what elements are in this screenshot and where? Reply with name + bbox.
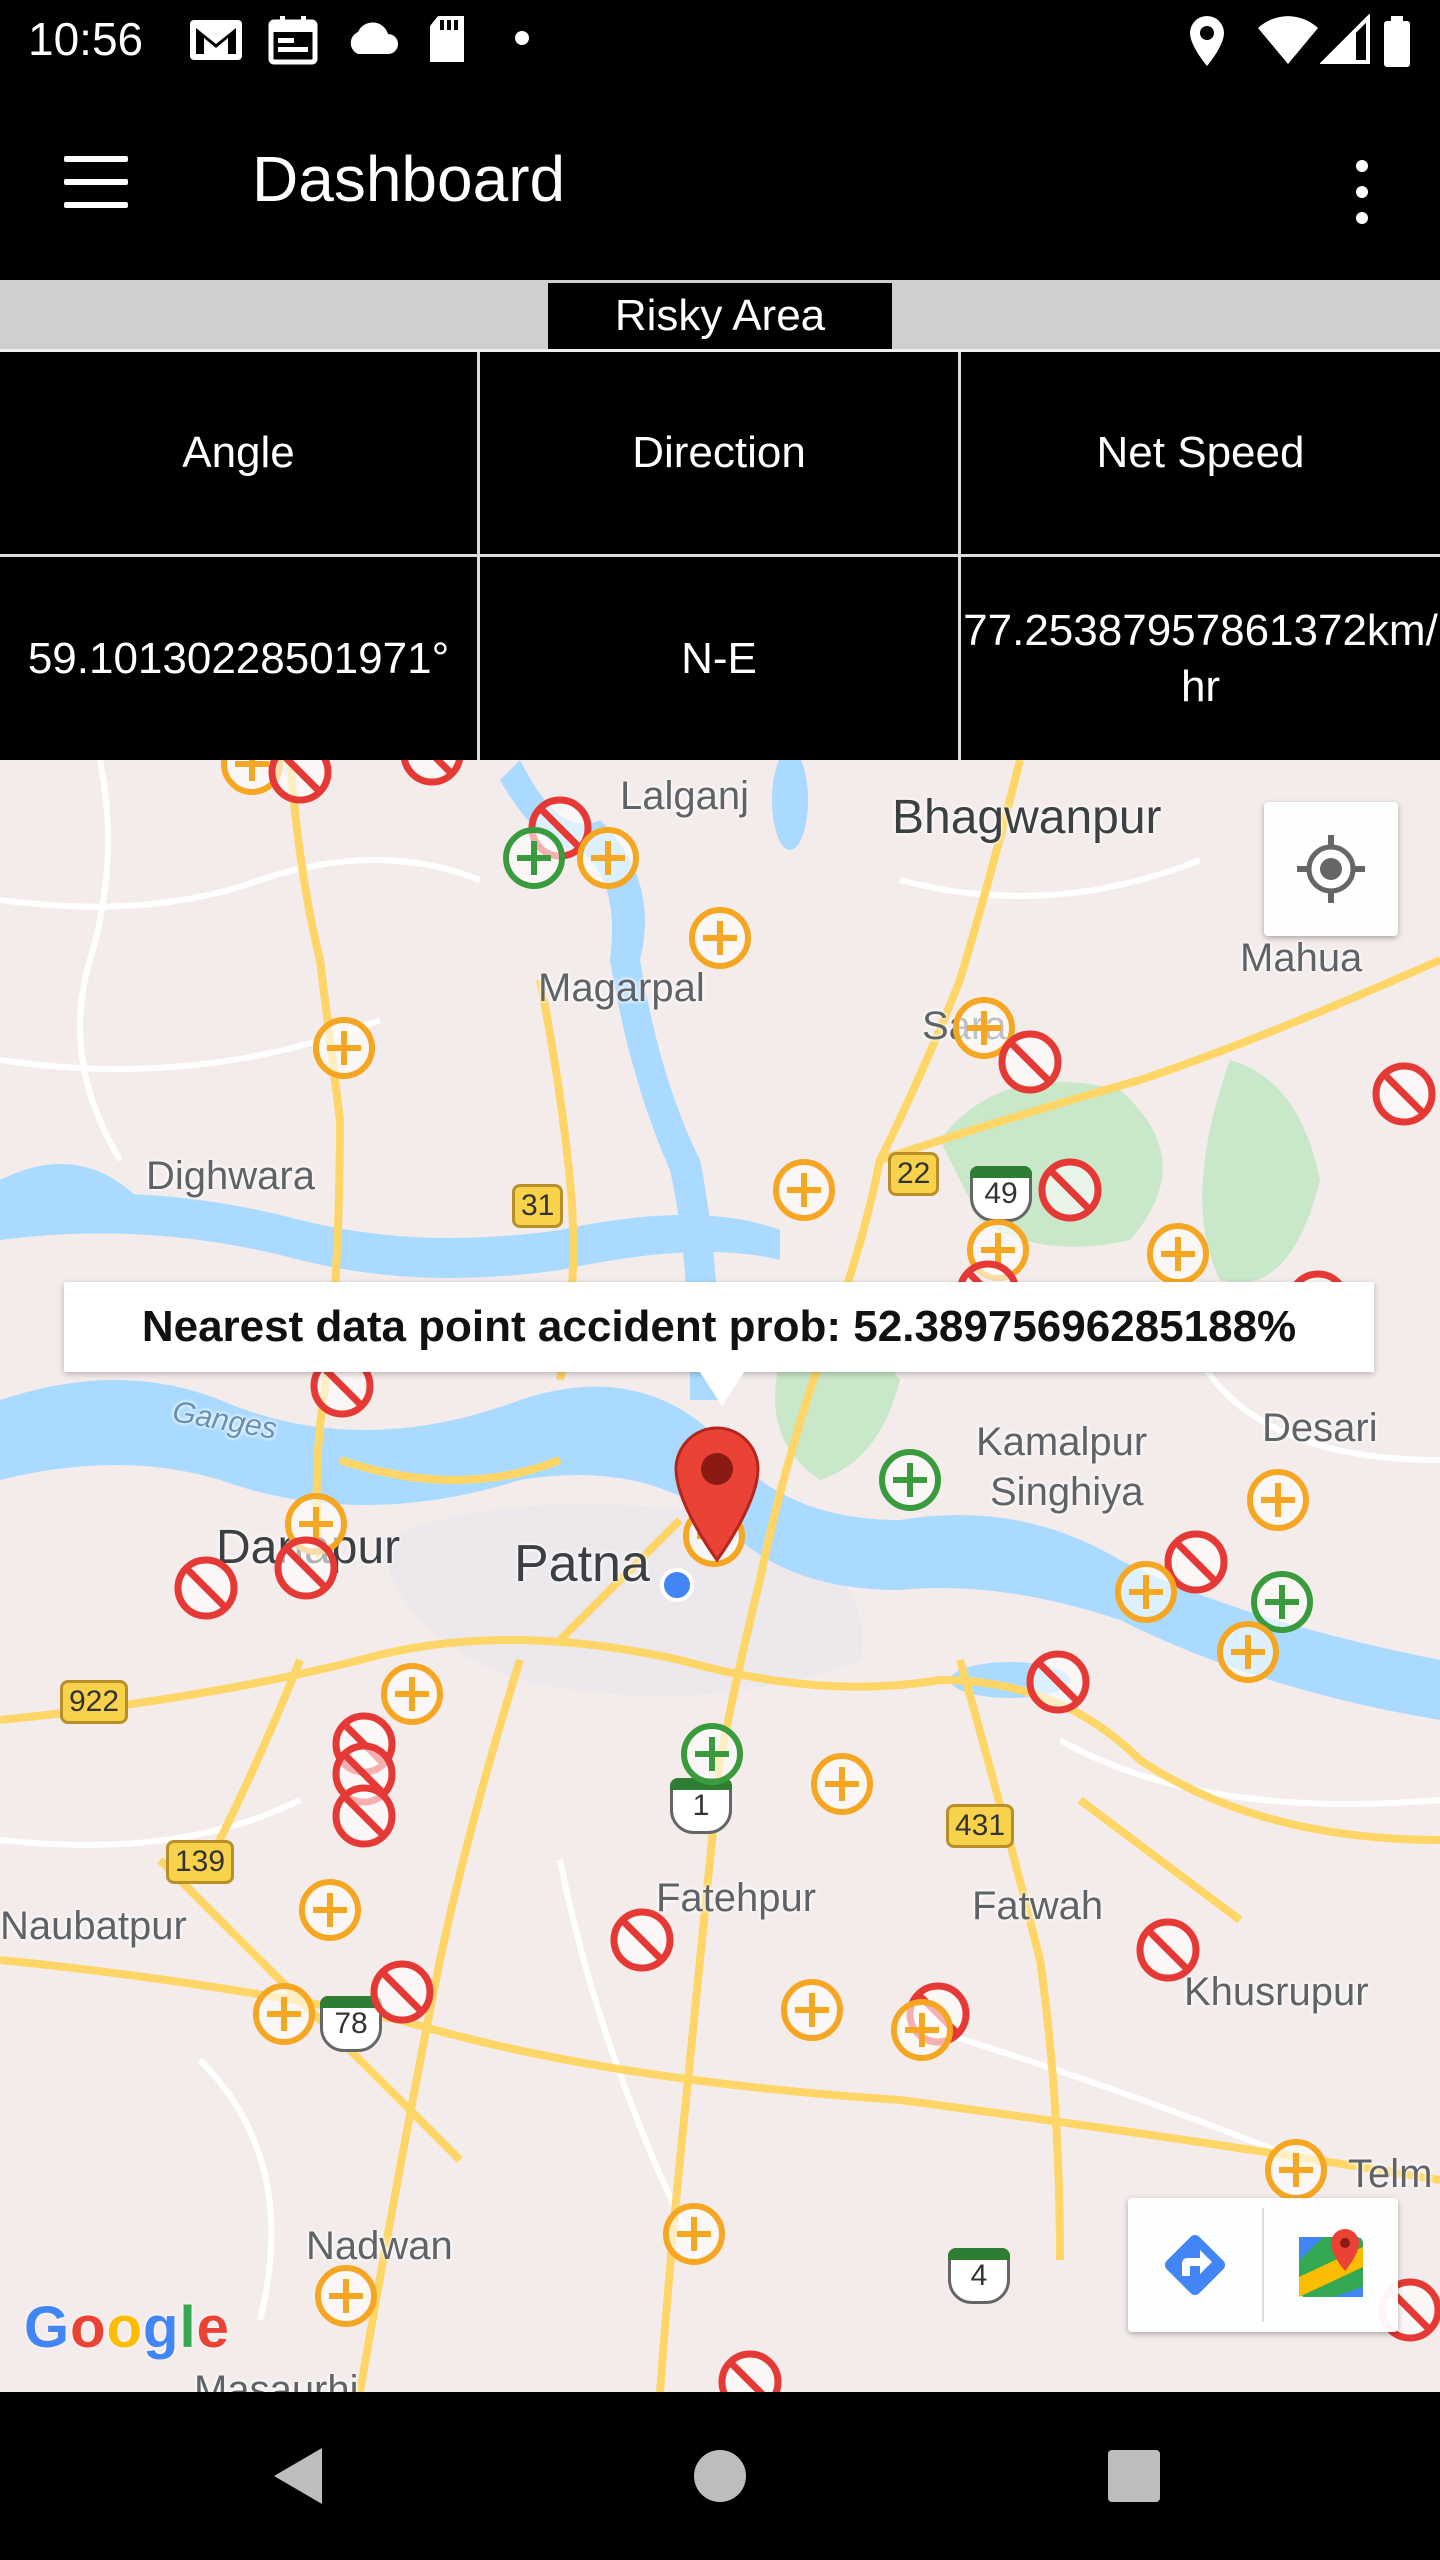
header-direction: Direction bbox=[632, 428, 806, 477]
highway-shield: 49 bbox=[970, 1166, 1032, 1222]
danger-marker-icon[interactable] bbox=[172, 1554, 240, 1622]
header-angle: Angle bbox=[182, 428, 295, 477]
map-view[interactable]: Lalganj Bhagwanpur Mahua Magarpal Sara D… bbox=[0, 760, 1440, 2392]
caution-marker-icon[interactable] bbox=[1112, 1558, 1180, 1626]
danger-marker-icon[interactable] bbox=[1024, 1648, 1092, 1716]
caution-marker-icon[interactable] bbox=[778, 1976, 846, 2044]
place-label: Desari bbox=[1262, 1406, 1378, 1450]
google-maps-icon bbox=[1299, 2229, 1363, 2297]
caution-marker-icon[interactable] bbox=[296, 1876, 364, 1944]
caution-marker-icon[interactable] bbox=[660, 2200, 728, 2268]
safe-marker-icon[interactable] bbox=[678, 1720, 746, 1788]
app-bar: Dashboard bbox=[0, 84, 1440, 280]
hamburger-menu-icon[interactable] bbox=[60, 154, 132, 210]
danger-marker-icon[interactable] bbox=[1370, 1060, 1438, 1128]
open-in-maps-button[interactable] bbox=[1264, 2198, 1398, 2332]
crosshair-icon bbox=[1297, 835, 1365, 903]
caution-marker-icon[interactable] bbox=[1244, 1466, 1312, 1534]
directions-icon bbox=[1164, 2234, 1226, 2296]
gmail-icon bbox=[190, 20, 242, 60]
map-toolbar bbox=[1128, 2198, 1398, 2332]
directions-button[interactable] bbox=[1128, 2198, 1262, 2332]
calendar-icon bbox=[268, 16, 318, 65]
danger-marker-icon[interactable] bbox=[716, 2348, 784, 2392]
info-window-tail bbox=[700, 1372, 744, 1406]
cloud-icon bbox=[350, 22, 398, 54]
place-label: Magarpal bbox=[538, 966, 705, 1010]
place-label: Lalganj bbox=[620, 774, 750, 818]
danger-marker-icon[interactable] bbox=[368, 1958, 436, 2026]
caution-marker-icon[interactable] bbox=[770, 1156, 838, 1224]
road-shield: 139 bbox=[166, 1840, 235, 1884]
caution-marker-icon[interactable] bbox=[686, 904, 754, 972]
caution-marker-icon[interactable] bbox=[808, 1750, 876, 1818]
road-shield: 922 bbox=[60, 1680, 129, 1724]
danger-marker-icon[interactable] bbox=[330, 1782, 398, 1850]
status-bar: 10:56 bbox=[0, 0, 1440, 84]
dot-icon bbox=[515, 31, 529, 45]
danger-marker-icon[interactable] bbox=[1036, 1156, 1104, 1224]
place-label: Khusrupur bbox=[1184, 1970, 1369, 2014]
location-icon bbox=[1190, 16, 1224, 66]
net-speed-line-1: 77.25387957861372km/ bbox=[963, 605, 1438, 655]
system-nav-bar bbox=[0, 2392, 1440, 2560]
google-logo: Google bbox=[24, 2295, 230, 2360]
place-label: Singhiya bbox=[990, 1470, 1144, 1514]
header-net-speed: Net Speed bbox=[1096, 428, 1305, 477]
home-icon[interactable] bbox=[694, 2450, 746, 2502]
safe-marker-icon[interactable] bbox=[876, 1446, 944, 1514]
caution-marker-icon[interactable] bbox=[1144, 1220, 1212, 1288]
wifi-icon bbox=[1258, 16, 1318, 64]
place-label: Patna bbox=[514, 1535, 650, 1593]
highway-shield: 4 bbox=[948, 2248, 1010, 2304]
value-net-speed: 77.25387957861372km/ hr bbox=[961, 557, 1440, 760]
place-label: Dighwara bbox=[146, 1154, 315, 1198]
place-label: Masaurhi bbox=[194, 2368, 359, 2392]
info-window[interactable]: Nearest data point accident prob: 52.389… bbox=[64, 1282, 1374, 1372]
caution-marker-icon[interactable] bbox=[574, 824, 642, 892]
danger-marker-icon[interactable] bbox=[266, 760, 334, 806]
danger-marker-icon[interactable] bbox=[398, 760, 466, 788]
more-vert-icon[interactable] bbox=[1340, 152, 1384, 232]
data-table: Angle Direction Net Speed 59.10130228501… bbox=[0, 352, 1440, 760]
caution-marker-icon[interactable] bbox=[250, 1980, 318, 2048]
road-shield: 431 bbox=[946, 1804, 1015, 1848]
place-label: Naubatpur bbox=[0, 1904, 187, 1948]
sd-card-icon bbox=[430, 16, 464, 62]
status-time: 10:56 bbox=[28, 13, 144, 65]
safe-marker-icon[interactable] bbox=[500, 824, 568, 892]
danger-marker-icon[interactable] bbox=[1134, 1916, 1202, 1984]
danger-marker-icon[interactable] bbox=[996, 1028, 1064, 1096]
road-shield: 22 bbox=[888, 1152, 940, 1196]
page-title: Dashboard bbox=[252, 143, 566, 215]
place-label: Bhagwanpur bbox=[892, 791, 1162, 844]
place-label: Kamalpur bbox=[976, 1420, 1148, 1464]
signal-icon bbox=[1320, 14, 1370, 64]
risky-area-label: Risky Area bbox=[548, 283, 892, 349]
road-shield: 31 bbox=[512, 1184, 564, 1228]
risky-area-strip: Risky Area bbox=[0, 280, 1440, 352]
place-label: Mahua bbox=[1240, 936, 1363, 980]
recents-icon[interactable] bbox=[1108, 2450, 1160, 2502]
caution-marker-icon[interactable] bbox=[1214, 1618, 1282, 1686]
place-label: Fatehpur bbox=[656, 1876, 817, 1920]
place-label: Telm bbox=[1348, 2152, 1433, 2196]
back-icon[interactable] bbox=[270, 2444, 326, 2508]
caution-marker-icon[interactable] bbox=[312, 2262, 380, 2330]
danger-marker-icon[interactable] bbox=[272, 1534, 340, 1602]
current-location-dot bbox=[660, 1568, 694, 1602]
value-direction: N-E bbox=[681, 633, 757, 683]
caution-marker-icon[interactable] bbox=[888, 1996, 956, 2064]
value-angle: 59.10130228501971° bbox=[27, 633, 450, 683]
location-pin-icon[interactable] bbox=[672, 1424, 762, 1564]
net-speed-line-2: hr bbox=[1180, 661, 1221, 711]
my-location-button[interactable] bbox=[1264, 802, 1398, 936]
danger-marker-icon[interactable] bbox=[608, 1906, 676, 1974]
place-label: Fatwah bbox=[972, 1884, 1104, 1928]
battery-icon bbox=[1384, 16, 1410, 67]
caution-marker-icon[interactable] bbox=[310, 1014, 378, 1082]
caution-marker-icon[interactable] bbox=[1262, 2136, 1330, 2204]
